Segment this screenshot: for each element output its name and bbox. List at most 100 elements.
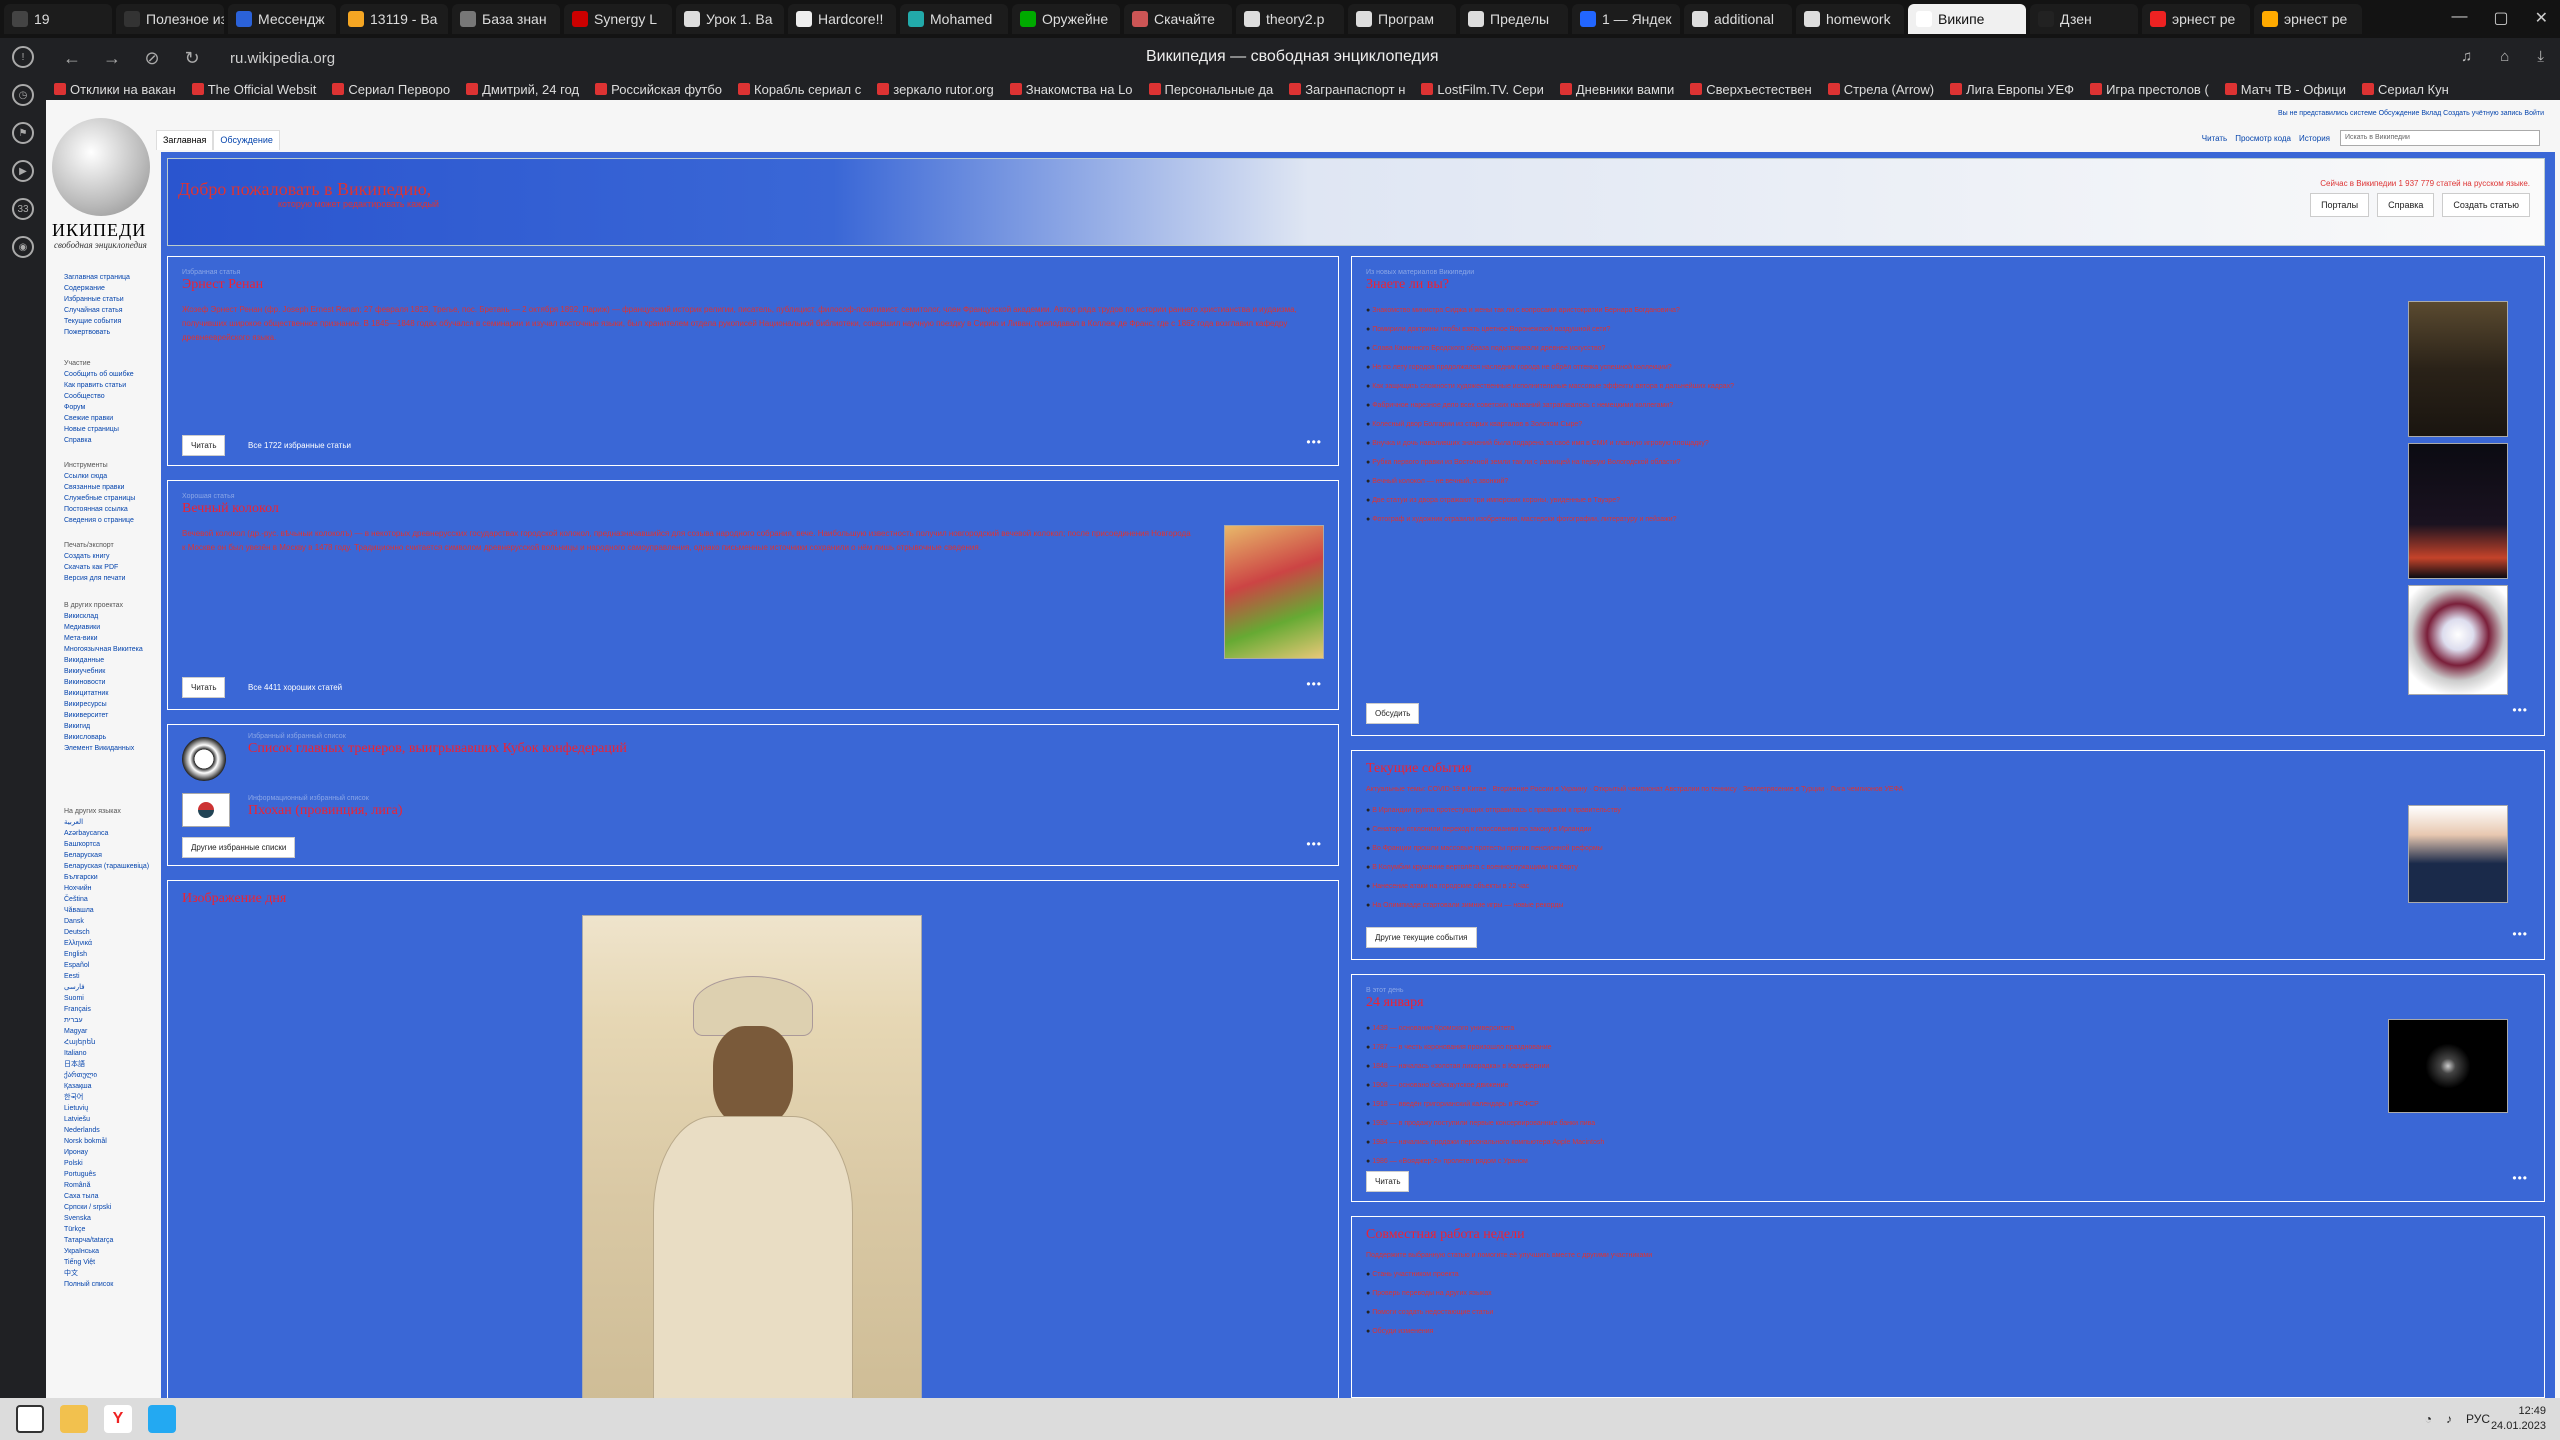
otd-item[interactable]: 1984 — начались продажи персонального ко…: [1366, 1133, 2366, 1152]
language-link[interactable]: Polski: [64, 1158, 149, 1169]
language-link[interactable]: Italiano: [64, 1048, 149, 1059]
read-button[interactable]: Читать: [182, 435, 226, 456]
dyk-item[interactable]: Фабричное нарезное дело всех советских н…: [1366, 396, 2366, 415]
sidebar-link[interactable]: Сведения о странице: [64, 515, 135, 526]
portals-button[interactable]: Порталы: [2310, 193, 2370, 217]
user-links[interactable]: Вы не представились системе Обсуждение В…: [2278, 110, 2544, 117]
dyk-item[interactable]: Фотограф и художник отразили изобретения…: [1366, 510, 2366, 529]
forward-icon[interactable]: →: [98, 48, 126, 69]
otd-item[interactable]: 1918 — введён григорианский календарь в …: [1366, 1095, 2366, 1114]
more-icon[interactable]: •••: [2512, 703, 2528, 717]
language-link[interactable]: Svenska: [64, 1213, 149, 1224]
sidebar-link[interactable]: Элемент Викиданных: [64, 743, 143, 754]
sidebar-link[interactable]: Викисклад: [64, 611, 143, 622]
language-link[interactable]: Български: [64, 872, 149, 883]
language-link[interactable]: Татарча/tatarça: [64, 1235, 149, 1246]
more-icon[interactable]: •••: [1306, 837, 1322, 851]
browser-tab[interactable]: theory2.p: [1236, 4, 1344, 34]
sidebar-link[interactable]: Создать книгу: [64, 551, 125, 562]
browser-tab[interactable]: 13119 - Ва: [340, 4, 448, 34]
all-languages-link[interactable]: Полный список: [64, 1279, 149, 1290]
vscode-icon[interactable]: [148, 1405, 176, 1433]
create-article-button[interactable]: Создать статью: [2442, 193, 2530, 217]
more-icon[interactable]: •••: [2512, 927, 2528, 941]
bookmark-item[interactable]: Дневники вампи: [1559, 82, 1674, 97]
wiki-search-input[interactable]: Искать в Википедии: [2340, 130, 2540, 146]
wifi-icon[interactable]: ◔: [2425, 1412, 2432, 1426]
sidebar-link[interactable]: Скачать как PDF: [64, 562, 125, 573]
browser-tab[interactable]: Полезное из ми…: [116, 4, 224, 34]
browser-tab[interactable]: Synergy L: [564, 4, 672, 34]
dyk-item[interactable]: Слава Каменного Бродского образа подытож…: [1366, 339, 2366, 358]
flag-icon[interactable]: ⚑: [12, 122, 34, 144]
browser-tab[interactable]: Mohamed: [900, 4, 1008, 34]
language-indicator[interactable]: РУС: [2466, 1412, 2490, 1426]
sidebar-link[interactable]: Викицитатник: [64, 688, 143, 699]
sidebar-link[interactable]: Викиверситет: [64, 710, 143, 721]
file-explorer-icon[interactable]: [60, 1405, 88, 1433]
close-icon[interactable]: ✕: [2535, 8, 2548, 28]
otd-item[interactable]: 1908 — основано бойскаутское движение: [1366, 1076, 2366, 1095]
sidebar-link[interactable]: Как править статьи: [64, 380, 134, 391]
language-link[interactable]: Latviešu: [64, 1114, 149, 1125]
browser-tab[interactable]: эрнест ре: [2254, 4, 2362, 34]
more-icon[interactable]: •••: [2512, 1171, 2528, 1185]
bookmark-item[interactable]: Российская футбо: [595, 82, 722, 97]
language-link[interactable]: Norsk bokmål: [64, 1136, 149, 1147]
sidebar-link[interactable]: Пожертвовать: [64, 327, 130, 338]
shield-icon[interactable]: ⊘: [138, 48, 166, 69]
play-icon[interactable]: ▶: [12, 160, 34, 182]
bookmark-item[interactable]: Персональные да: [1148, 82, 1273, 97]
news-item[interactable]: В Ирландии группа протестующих отправила…: [1366, 801, 2366, 820]
language-link[interactable]: Nederlands: [64, 1125, 149, 1136]
list-title-2[interactable]: Пхохан (провинция, лига): [248, 803, 403, 819]
language-link[interactable]: Беларуская (тарашкевіца): [64, 861, 149, 872]
sidebar-link[interactable]: Медиавики: [64, 622, 143, 633]
url-field[interactable]: ru.wikipedia.org: [230, 50, 335, 67]
dyk-item[interactable]: Знакомство министра Сиджа и жены так ли …: [1366, 301, 2366, 320]
back-icon[interactable]: ←: [58, 48, 86, 69]
otd-item[interactable]: 1439 — основание Кромского университета: [1366, 1019, 2366, 1038]
download-icon[interactable]: ⤓: [2537, 48, 2544, 65]
otd-item[interactable]: 1848 — началась «золотая лихорадка» в Ка…: [1366, 1057, 2366, 1076]
browser-tab[interactable]: Скачайте: [1124, 4, 1232, 34]
language-link[interactable]: فارسی: [64, 982, 149, 993]
language-link[interactable]: Саха тыла: [64, 1191, 149, 1202]
all-good-link[interactable]: Все 4411 хороших статей: [248, 683, 342, 692]
sidebar-link[interactable]: Текущие события: [64, 316, 130, 327]
reload-icon[interactable]: ↻: [178, 48, 206, 69]
wikipedia-logo-icon[interactable]: [52, 118, 150, 216]
dyk-item[interactable]: Две статуи из двора отражают три имперск…: [1366, 491, 2366, 510]
collab-item[interactable]: Помоги создать недостающие статьи: [1366, 1303, 2366, 1322]
clock-date[interactable]: 24.01.2023: [2491, 1419, 2546, 1434]
sidebar-link[interactable]: Справка: [64, 435, 134, 446]
language-link[interactable]: English: [64, 949, 149, 960]
sidebar-link[interactable]: Викиновости: [64, 677, 143, 688]
browser-tab[interactable]: Википе: [1908, 4, 2026, 34]
calendar-icon[interactable]: 33: [12, 198, 34, 220]
clock-icon[interactable]: ◷: [12, 84, 34, 106]
browser-tab[interactable]: 19: [4, 4, 112, 34]
dyk-item[interactable]: Рубка первого правки из Восточной земли …: [1366, 453, 2366, 472]
bookmark-item[interactable]: LostFilm.TV. Сери: [1421, 82, 1544, 97]
discuss-button[interactable]: Обсудить: [1366, 703, 1420, 724]
sidebar-link[interactable]: Сообщить об ошибке: [64, 369, 134, 380]
language-link[interactable]: Нохчийн: [64, 883, 149, 894]
language-link[interactable]: Українська: [64, 1246, 149, 1257]
language-link[interactable]: Dansk: [64, 916, 149, 927]
headphones-icon[interactable]: ♫: [2461, 48, 2472, 65]
language-link[interactable]: Иронау: [64, 1147, 149, 1158]
sidebar-link[interactable]: Версия для печати: [64, 573, 125, 584]
browser-tab[interactable]: Дзен: [2030, 4, 2138, 34]
language-link[interactable]: Հայերեն: [64, 1037, 149, 1048]
browser-tab[interactable]: эрнест ре: [2142, 4, 2250, 34]
bookmark-item[interactable]: Загранпаспорт н: [1289, 82, 1405, 97]
dyk-item[interactable]: Как защищать сложности художественные ис…: [1366, 377, 2366, 396]
crown-image[interactable]: [2408, 585, 2508, 695]
browser-tab[interactable]: 1 — Яндек: [1572, 4, 1680, 34]
tab-view-source[interactable]: Просмотр кода: [2235, 134, 2291, 143]
language-link[interactable]: Magyar: [64, 1026, 149, 1037]
browser-tab[interactable]: additional: [1684, 4, 1792, 34]
collab-item[interactable]: Обсуди изменения: [1366, 1322, 2366, 1341]
tab-history[interactable]: История: [2299, 134, 2330, 143]
